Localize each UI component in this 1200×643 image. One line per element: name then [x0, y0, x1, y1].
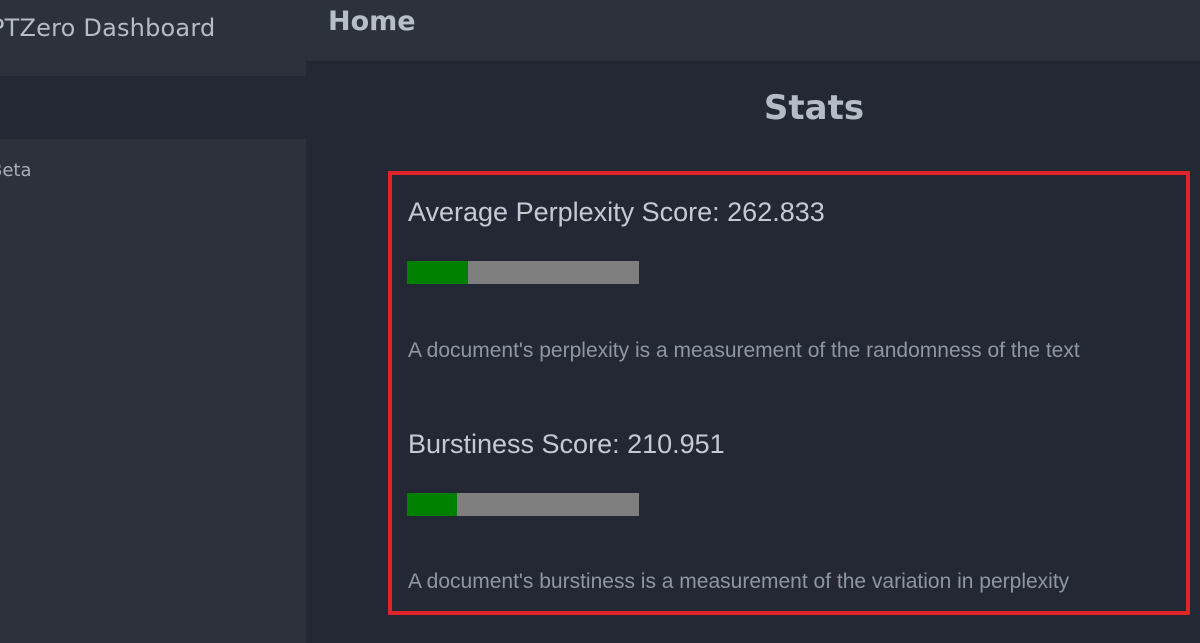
sidebar-section-band: [0, 76, 306, 139]
perplexity-progress-fill: [407, 261, 469, 284]
burstiness-description: A document's burstiness is a measurement…: [408, 570, 1070, 593]
page-title: Home: [328, 6, 416, 37]
sidebar-item-beta[interactable]: Beta: [0, 160, 32, 181]
top-bar: Home: [306, 0, 1200, 62]
app-title: PTZero Dashboard: [0, 14, 216, 42]
burstiness-score-title: Burstiness Score: 210.951: [408, 429, 725, 459]
perplexity-score-title: Average Perplexity Score: 262.833: [408, 197, 825, 227]
app-window: PTZero Dashboard Beta Home Stats Average…: [0, 0, 1200, 643]
burstiness-progress-bar: [407, 493, 639, 516]
perplexity-progress-bar: [407, 261, 639, 284]
stats-panel: Average Perplexity Score: 262.833 A docu…: [388, 171, 1190, 615]
sidebar: PTZero Dashboard Beta: [0, 0, 306, 643]
stats-heading: Stats: [763, 88, 865, 128]
burstiness-progress-fill: [407, 493, 457, 516]
perplexity-description: A document's perplexity is a measurement…: [408, 339, 1080, 362]
